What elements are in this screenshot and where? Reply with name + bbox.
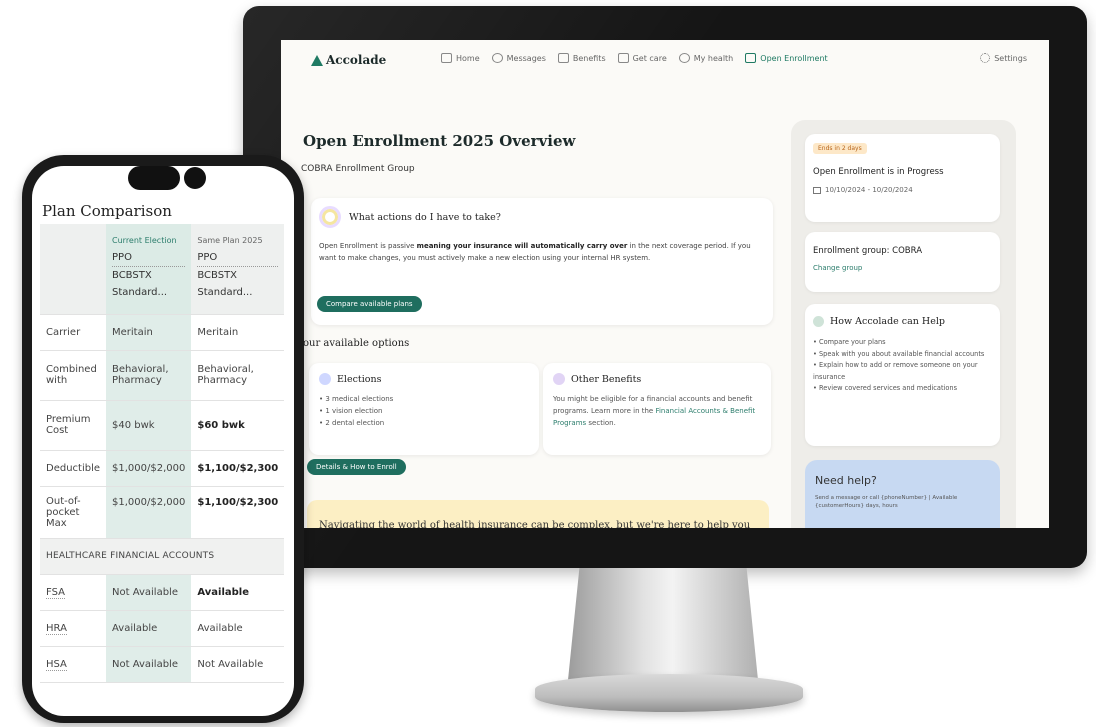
- table-row: Deductible $1,000/$2,000 $1,100/$2,300: [40, 450, 285, 487]
- clipboard-icon: [745, 53, 757, 63]
- section-header-row: HEALTHCARE FINANCIAL ACCOUNTS: [40, 538, 285, 575]
- table-row: Carrier Meritain Meritain: [40, 314, 285, 351]
- table-row: Out-of-pocket Max $1,000/$2,000 $1,100/$…: [40, 486, 285, 539]
- help-icon: [813, 316, 824, 327]
- list-item: • 1 vision election: [319, 407, 383, 415]
- actions-card: What actions do I have to take? Open Enr…: [311, 198, 773, 325]
- calendar-icon: [813, 186, 821, 194]
- gear-icon: [980, 53, 991, 63]
- list-item: Speak with you about available financial…: [813, 349, 993, 361]
- elections-icon: [319, 373, 331, 385]
- monitor-stand-base: [535, 674, 803, 712]
- status-title: Open Enrollment is in Progress: [813, 167, 944, 177]
- actions-text: Open Enrollment is passive meaning your …: [319, 242, 751, 262]
- list-item: • 3 medical elections: [319, 395, 394, 403]
- plan-comparison-title: Plan Comparison: [42, 202, 172, 220]
- list-item: Compare your plans: [813, 337, 993, 349]
- help-list: Compare your plans Speak with you about …: [813, 337, 993, 395]
- table-row: HRA Available Available: [40, 610, 285, 647]
- nav-benefits[interactable]: Benefits: [557, 53, 606, 63]
- nav-open-enrollment[interactable]: Open Enrollment: [745, 53, 828, 63]
- nav-messages[interactable]: Messages: [491, 53, 546, 63]
- page-title: Open Enrollment 2025 Overview: [303, 132, 576, 150]
- other-benefits-card[interactable]: Other Benefits You might be eligible for…: [543, 363, 771, 455]
- options-title: our available options: [303, 338, 410, 349]
- enrollment-group-subtitle: COBRA Enrollment Group: [301, 164, 415, 174]
- nav-my-health[interactable]: My health: [678, 53, 733, 63]
- main-content: Open Enrollment 2025 Overview COBRA Enro…: [301, 132, 773, 174]
- nav-get-care[interactable]: Get care: [617, 53, 667, 63]
- need-help-title: Need help?: [815, 474, 877, 487]
- nav-settings[interactable]: Settings: [980, 53, 1027, 63]
- chat-icon: [491, 53, 503, 63]
- monitor-stand-neck: [568, 568, 758, 680]
- list-item: Explain how to add or remove someone on …: [813, 360, 993, 383]
- list-item: • 2 dental election: [319, 419, 385, 427]
- right-panel: Ends in 2 days Open Enrollment is in Pro…: [791, 120, 1016, 528]
- list-item: Review covered services and medications: [813, 383, 993, 395]
- nav-home[interactable]: Home: [441, 53, 480, 63]
- current-election-column: Current Election PPO BCBSTX Standard...: [106, 224, 192, 315]
- table-row: Premium Cost $40 bwk $60 bwk: [40, 400, 285, 451]
- details-enroll-button[interactable]: Details & How to Enroll: [307, 459, 406, 475]
- phone-camera: [184, 167, 206, 189]
- enrollment-group-card: Enrollment group: COBRA Change group: [805, 232, 1000, 292]
- benefits-icon: [553, 373, 565, 385]
- need-help-text: Send a message or call {phoneNumber} | A…: [815, 495, 958, 509]
- ends-badge: Ends in 2 days: [813, 143, 867, 154]
- change-group-link[interactable]: Change group: [813, 264, 862, 272]
- info-banner: Navigating the world of health insurance…: [307, 500, 769, 528]
- elections-list: • 3 medical elections • 1 vision electio…: [319, 393, 393, 429]
- elections-card[interactable]: Elections • 3 medical elections • 1 visi…: [309, 363, 539, 455]
- group-title: Enrollment group: COBRA: [813, 246, 923, 256]
- how-accolade-helps-card: How Accolade can Help Compare your plans…: [805, 304, 1000, 446]
- table-row: FSA Not Available Available: [40, 574, 285, 611]
- phone-dynamic-island: [128, 166, 180, 190]
- table-row: Combined with Behavioral, Pharmacy Behav…: [40, 350, 285, 401]
- enrollment-dates: 10/10/2024 - 10/20/2024: [813, 186, 913, 194]
- table-row: HSA Not Available Not Available: [40, 646, 285, 683]
- compare-plans-button[interactable]: Compare available plans: [317, 296, 422, 312]
- table-header-row: Current Election PPO BCBSTX Standard... …: [40, 224, 285, 315]
- brand-logo[interactable]: Accolade: [311, 53, 386, 67]
- ring-icon: [319, 206, 341, 228]
- heart-icon: [678, 53, 690, 63]
- enrollment-status-card: Ends in 2 days Open Enrollment is in Pro…: [805, 134, 1000, 222]
- phone-screen: Plan Comparison Current Election PPO BCB…: [32, 166, 294, 716]
- actions-heading: What actions do I have to take?: [349, 211, 501, 223]
- accolade-logo-icon: [311, 54, 323, 66]
- desktop-screen: Accolade Home Messages Benefits Get care…: [281, 40, 1049, 528]
- grid-icon: [557, 53, 569, 63]
- same-plan-column: Same Plan 2025 PPO BCBSTX Standard...: [191, 224, 285, 315]
- plan-comparison-table: Current Election PPO BCBSTX Standard... …: [40, 224, 285, 683]
- need-help-card[interactable]: Need help? Send a message or call {phone…: [805, 460, 1000, 528]
- top-nav: Accolade Home Messages Benefits Get care…: [281, 40, 1049, 82]
- other-benefits-text: You might be eligible for a financial ac…: [553, 395, 756, 427]
- stethoscope-icon: [617, 53, 629, 63]
- home-icon: [441, 53, 452, 63]
